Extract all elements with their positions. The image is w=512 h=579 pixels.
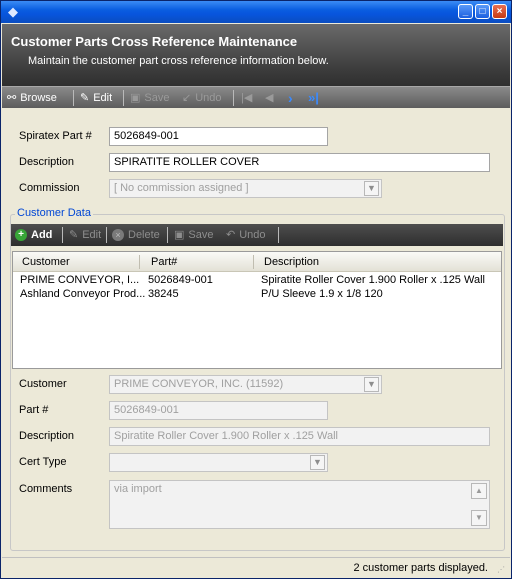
toolbar-separator bbox=[278, 227, 279, 243]
browse-button[interactable]: ⚯ Browse bbox=[7, 90, 57, 106]
delete-label: Delete bbox=[128, 229, 160, 241]
customer-data-toolbar: + Add ✎ Edit × Delete ▣ Save ↶ Undo bbox=[11, 224, 503, 246]
cell-customer: Ashland Conveyor Prod... bbox=[20, 288, 145, 300]
status-text: 2 customer parts displayed. bbox=[353, 562, 488, 574]
detail-description-label: Description bbox=[19, 430, 75, 442]
browse-label: Browse bbox=[20, 92, 57, 104]
main-toolbar: ⚯ Browse ✎ Edit ▣ Save ↙ Undo |◀ ◀ › »| bbox=[2, 86, 510, 108]
comments-value: via import bbox=[114, 483, 162, 495]
toolbar-separator bbox=[233, 90, 234, 106]
toolbar-separator bbox=[62, 227, 63, 243]
chevron-down-icon[interactable]: ▼ bbox=[364, 181, 379, 196]
customer-save-button[interactable]: ▣ Save bbox=[174, 227, 213, 243]
scroll-up-icon[interactable]: ▲ bbox=[471, 483, 487, 499]
minimize-button[interactable]: _ bbox=[458, 4, 473, 19]
save-disk-icon: ▣ bbox=[130, 92, 141, 104]
status-bar: 2 customer parts displayed. ⋰ bbox=[2, 557, 510, 578]
toolbar-separator bbox=[123, 90, 124, 106]
cell-part: 38245 bbox=[148, 288, 179, 300]
customer-edit-label: Edit bbox=[82, 229, 102, 241]
cell-customer: PRIME CONVEYOR, I... bbox=[20, 274, 140, 286]
edit-pencil-icon: ✎ bbox=[80, 92, 90, 104]
edit-label: Edit bbox=[93, 92, 113, 104]
customer-parts-grid[interactable]: Customer Part# Description PRIME CONVEYO… bbox=[12, 251, 502, 369]
column-header-customer[interactable]: Customer bbox=[22, 256, 70, 268]
customer-undo-label: Undo bbox=[239, 229, 266, 241]
chevron-down-icon[interactable]: ▼ bbox=[364, 377, 379, 392]
previous-record-icon: ◀ bbox=[265, 92, 274, 104]
app-diamond-icon: ◆ bbox=[8, 4, 18, 19]
next-record-button[interactable]: › bbox=[288, 90, 293, 106]
spiratex-part-input[interactable]: 5026849-001 bbox=[109, 127, 328, 146]
form-header: Customer Parts Cross Reference Maintenan… bbox=[2, 24, 510, 86]
customer-select[interactable]: PRIME CONVEYOR, INC. (11592) ▼ bbox=[109, 375, 382, 394]
toolbar-separator bbox=[167, 227, 168, 243]
customer-save-label: Save bbox=[188, 229, 214, 241]
add-label: Add bbox=[31, 229, 53, 241]
part-input[interactable]: 5026849-001 bbox=[109, 401, 328, 420]
cell-part: 5026849-001 bbox=[148, 274, 213, 286]
table-row[interactable]: Ashland Conveyor Prod... 38245 P/U Sleev… bbox=[13, 288, 501, 302]
last-record-button[interactable]: »| bbox=[308, 90, 319, 106]
next-record-icon: › bbox=[288, 90, 293, 106]
customer-edit-button[interactable]: ✎ Edit bbox=[69, 227, 101, 243]
delete-button[interactable]: × Delete bbox=[112, 227, 160, 243]
edit-pencil-icon: ✎ bbox=[69, 229, 79, 241]
undo-button[interactable]: ↙ Undo bbox=[182, 90, 222, 106]
edit-button[interactable]: ✎ Edit bbox=[80, 90, 112, 106]
grid-header: Customer Part# Description bbox=[13, 252, 501, 272]
detail-description-input[interactable]: Spiratite Roller Cover 1.900 Roller x .1… bbox=[109, 427, 490, 446]
commission-label: Commission bbox=[19, 182, 80, 194]
cell-description: P/U Sleeve 1.9 x 1/8 120 bbox=[261, 288, 383, 300]
first-record-icon: |◀ bbox=[241, 92, 253, 104]
cert-type-select[interactable]: ▼ bbox=[109, 453, 328, 472]
form-subtitle: Maintain the customer part cross referen… bbox=[28, 55, 329, 67]
save-disk-icon: ▣ bbox=[174, 229, 185, 241]
spiratex-part-label: Spiratex Part # bbox=[19, 130, 92, 142]
close-button[interactable]: × bbox=[492, 4, 507, 19]
column-separator[interactable] bbox=[139, 255, 140, 269]
customer-value: PRIME CONVEYOR, INC. (11592) bbox=[114, 378, 284, 390]
maximize-button[interactable]: □ bbox=[475, 4, 490, 19]
undo-arrow-icon: ↶ bbox=[226, 229, 236, 241]
title-bar[interactable]: ◆ _ □ × bbox=[1, 1, 511, 23]
comments-label: Comments bbox=[19, 483, 73, 495]
scroll-down-icon[interactable]: ▼ bbox=[471, 510, 487, 526]
column-header-description[interactable]: Description bbox=[264, 256, 319, 268]
save-button[interactable]: ▣ Save bbox=[130, 90, 169, 106]
commission-select[interactable]: [ No commission assigned ] ▼ bbox=[109, 179, 382, 198]
previous-record-button[interactable]: ◀ bbox=[265, 90, 273, 106]
save-label: Save bbox=[144, 92, 170, 104]
last-record-icon: »| bbox=[308, 90, 319, 105]
column-separator[interactable] bbox=[253, 255, 254, 269]
binoculars-icon: ⚯ bbox=[7, 92, 17, 104]
commission-value: [ No commission assigned ] bbox=[114, 182, 249, 194]
add-plus-icon: + bbox=[15, 229, 27, 241]
customer-label: Customer bbox=[19, 378, 67, 390]
cell-description: Spiratite Roller Cover 1.900 Roller x .1… bbox=[261, 274, 485, 286]
toolbar-separator bbox=[73, 90, 74, 106]
customer-undo-button[interactable]: ↶ Undo bbox=[226, 227, 266, 243]
table-row[interactable]: PRIME CONVEYOR, I... 5026849-001 Spirati… bbox=[13, 274, 501, 288]
undo-label: Undo bbox=[195, 92, 222, 104]
application-window: ◆ _ □ × Customer Parts Cross Reference M… bbox=[0, 0, 512, 579]
cert-type-label: Cert Type bbox=[19, 456, 67, 468]
toolbar-separator bbox=[106, 227, 107, 243]
column-header-part[interactable]: Part# bbox=[151, 256, 177, 268]
part-label: Part # bbox=[19, 404, 49, 416]
form-title: Customer Parts Cross Reference Maintenan… bbox=[11, 34, 298, 49]
first-record-button[interactable]: |◀ bbox=[241, 90, 252, 106]
chevron-down-icon[interactable]: ▼ bbox=[310, 455, 325, 470]
comments-textarea[interactable]: via import bbox=[109, 480, 490, 529]
description-label: Description bbox=[19, 156, 75, 168]
customer-data-group-title: Customer Data bbox=[15, 207, 93, 219]
delete-x-icon: × bbox=[112, 229, 124, 241]
undo-arrow-icon: ↙ bbox=[182, 92, 192, 104]
description-input[interactable]: SPIRATITE ROLLER COVER bbox=[109, 153, 490, 172]
resize-grip-icon[interactable]: ⋰ bbox=[497, 565, 507, 575]
add-button[interactable]: + Add bbox=[15, 227, 52, 243]
